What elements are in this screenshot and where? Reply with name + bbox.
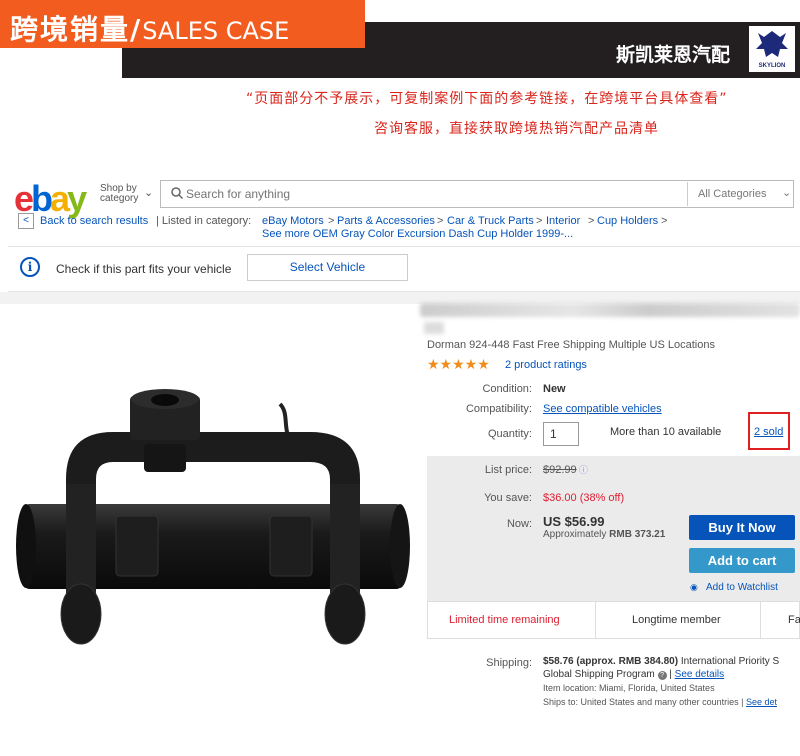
back-arrow-icon[interactable]: < bbox=[18, 213, 34, 229]
category-select[interactable]: All Categories bbox=[698, 188, 766, 200]
product-subtitle: Dorman 924-448 Fast Free Shipping Multip… bbox=[427, 339, 715, 351]
shipping-method: International Priority S bbox=[680, 656, 780, 667]
you-save-value: $36.00 (38% off) bbox=[543, 492, 625, 504]
product-image[interactable] bbox=[8, 304, 416, 716]
promo-longtime-member: Longtime member bbox=[632, 614, 721, 626]
logo-text: SKYLION bbox=[759, 63, 786, 69]
sold-count-link[interactable]: 2 sold bbox=[754, 426, 783, 438]
approx-price: Approximately RMB 373.21 bbox=[543, 529, 665, 540]
see-more-link[interactable]: See more OEM Gray Color Excursion Dash C… bbox=[262, 228, 573, 240]
promo-divider bbox=[760, 601, 761, 639]
global-shipping-program: Global Shipping Program bbox=[543, 669, 655, 680]
current-price: US $56.99 bbox=[543, 514, 605, 529]
listed-in-label: | Listed in category: bbox=[156, 215, 252, 227]
add-to-watchlist-link[interactable]: Add to Watchlist bbox=[706, 582, 778, 593]
ships-to: Ships to: United States and many other c… bbox=[543, 697, 777, 707]
approx-value: RMB 373.21 bbox=[609, 529, 666, 540]
ships-to-text: Ships to: United States and many other c… bbox=[543, 697, 744, 707]
shop-by-category[interactable]: Shop by category bbox=[100, 184, 138, 204]
shop-by-line2: category bbox=[100, 193, 139, 204]
select-vehicle-button[interactable]: Select Vehicle bbox=[247, 254, 408, 281]
skylion-logo: SKYLION bbox=[749, 26, 795, 72]
breadcrumb-separator: > bbox=[328, 215, 335, 227]
star-rating-icon[interactable]: ★★★★★ bbox=[427, 356, 490, 373]
breadcrumb-ebay-motors[interactable]: eBay Motors bbox=[262, 215, 324, 227]
search-divider bbox=[687, 182, 688, 206]
buy-it-now-button[interactable]: Buy It Now bbox=[689, 515, 795, 540]
brand-name: 斯凯莱恩汽配 bbox=[616, 44, 731, 66]
breadcrumb-cup-holders[interactable]: Cup Holders bbox=[597, 215, 658, 227]
see-details-link[interactable]: See det bbox=[746, 697, 777, 707]
condition-value: New bbox=[543, 383, 566, 395]
compatibility-label: Compatibility: bbox=[465, 403, 532, 415]
promo-divider bbox=[595, 601, 596, 639]
you-save-label: You save: bbox=[484, 492, 532, 504]
condition-label: Condition: bbox=[482, 383, 532, 395]
notice-line-1: “页面部分不予展示，可复制案例下面的参考链接，在跨境平台具体查看” bbox=[246, 91, 728, 107]
search-input[interactable] bbox=[186, 181, 682, 207]
now-label: Now: bbox=[506, 518, 532, 530]
quantity-input[interactable]: 1 bbox=[543, 422, 579, 446]
breadcrumb-separator: > bbox=[437, 215, 444, 227]
add-to-cart-button[interactable]: Add to cart bbox=[689, 548, 795, 573]
product-ratings-link[interactable]: 2 product ratings bbox=[505, 359, 587, 371]
shipping-cost: $58.76 (approx. RMB 384.80) Internationa… bbox=[543, 656, 779, 667]
search-icon bbox=[171, 187, 184, 200]
item-location: Item location: Miami, Florida, United St… bbox=[543, 683, 715, 693]
fit-check-text: Check if this part fits your vehicle bbox=[56, 262, 232, 276]
breadcrumb-separator: > bbox=[536, 215, 543, 227]
question-icon[interactable]: ⓘ bbox=[579, 463, 588, 476]
eye-icon: ◉ bbox=[690, 582, 698, 592]
list-price-label: List price: bbox=[484, 464, 532, 476]
info-icon: i bbox=[20, 257, 40, 277]
banner-title-cn: 跨境销量/ bbox=[10, 13, 143, 46]
chevron-down-icon[interactable]: ⌄ bbox=[144, 186, 153, 199]
breadcrumb-parts-accessories[interactable]: Parts & Accessories bbox=[337, 215, 435, 227]
quantity-label: Quantity: bbox=[487, 428, 532, 440]
breadcrumb-interior[interactable]: Interior bbox=[546, 215, 580, 227]
back-to-results-link[interactable]: Back to search results bbox=[40, 215, 148, 227]
chevron-down-icon[interactable]: ⌄ bbox=[782, 186, 791, 199]
banner-title: 跨境销量/SALES CASE bbox=[10, 8, 289, 48]
breadcrumb-car-truck-parts[interactable]: Car & Truck Parts bbox=[447, 215, 534, 227]
shipping-program: Global Shipping Program ? | See details bbox=[543, 669, 725, 680]
availability-text: More than 10 available bbox=[610, 426, 722, 438]
see-details-link[interactable]: See details bbox=[675, 669, 724, 680]
product-title-blurred bbox=[424, 322, 444, 334]
shipping-label: Shipping: bbox=[486, 657, 532, 669]
product-title-blurred bbox=[420, 303, 800, 317]
shipping-cost-value: $58.76 (approx. RMB 384.80) bbox=[543, 656, 679, 667]
list-price: $92.99 bbox=[543, 464, 577, 476]
promo-truncated: Fa bbox=[788, 614, 800, 626]
approx-prefix: Approximately bbox=[543, 529, 607, 540]
compatible-vehicles-link[interactable]: See compatible vehicles bbox=[543, 403, 662, 415]
logo-y: y bbox=[67, 178, 87, 219]
help-icon[interactable]: ? bbox=[657, 671, 667, 680]
promo-limited-time: Limited time remaining bbox=[449, 614, 560, 626]
banner-title-en: SALES CASE bbox=[142, 17, 290, 45]
breadcrumb-separator: > bbox=[661, 215, 668, 227]
logo-a: a bbox=[50, 178, 70, 219]
cup-holder-bracket-image bbox=[16, 389, 410, 645]
notice-line-2: 咨询客服，直接获取跨境热销汽配产品清单 bbox=[374, 121, 659, 137]
breadcrumb-separator: > bbox=[588, 215, 595, 227]
